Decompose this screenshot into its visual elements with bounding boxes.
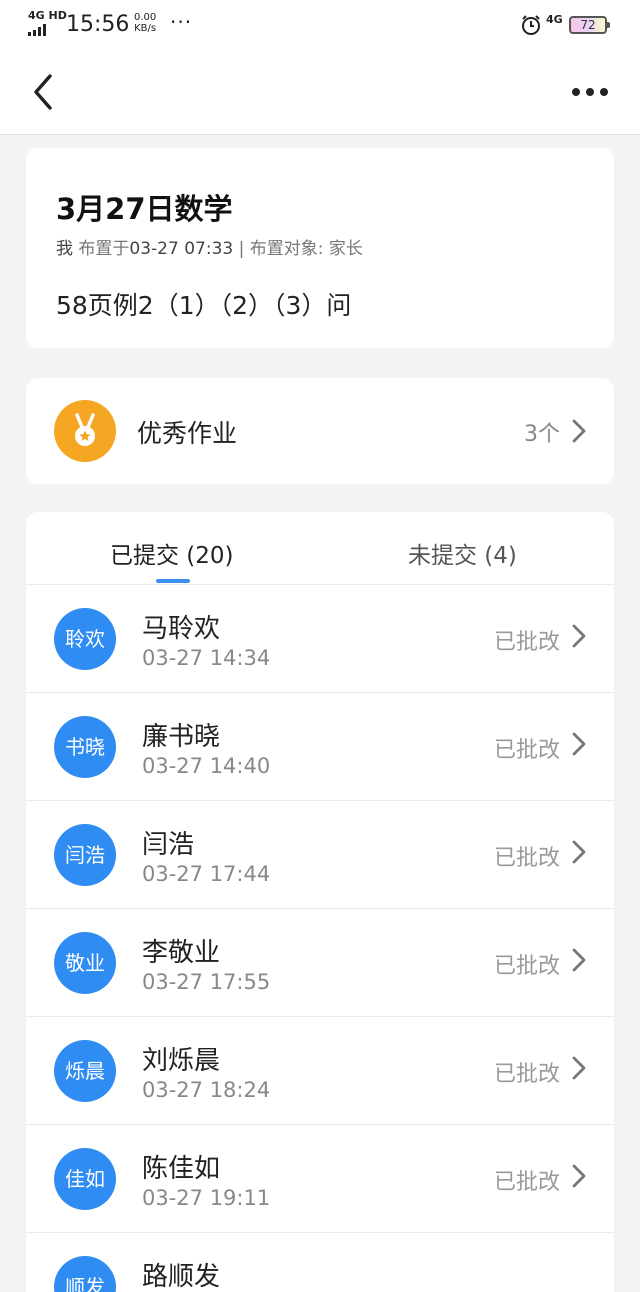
chevron-right-icon (572, 948, 586, 972)
review-status: 已批改 (493, 630, 560, 655)
submit-time: 03-27 17:44 (142, 862, 271, 886)
avatar: 聆欢 (54, 608, 116, 670)
assigned-time: 03-27 07:33 (129, 239, 234, 259)
chevron-left-icon (34, 74, 52, 110)
submit-time: 03-27 17:55 (142, 970, 271, 994)
network-speed: 0.00 KB/s (134, 12, 156, 34)
submit-time: 03-27 14:34 (142, 646, 271, 670)
submission-row[interactable]: 聆欢 马聆欢 03-27 14:34 已批改 (26, 584, 614, 693)
status-more-icon: ··· (170, 10, 193, 34)
alarm-icon (522, 15, 540, 35)
chevron-right-icon (572, 624, 586, 648)
excellent-homework-entry[interactable]: 优秀作业 3个 (26, 378, 614, 484)
review-status: 已批改 (493, 846, 560, 871)
submission-row[interactable]: 闫浩 闫浩 03-27 17:44 已批改 (26, 800, 614, 909)
student-name: 马聆欢 (142, 614, 221, 644)
submit-time: 03-27 18:24 (142, 1078, 271, 1102)
homework-card: 3月27日数学 我 布置于03-27 07:33 | 布置对象: 家长 58页例… (26, 148, 614, 348)
review-status: 已批改 (493, 738, 560, 763)
chevron-right-icon (572, 1056, 586, 1080)
homework-title: 3月27日数学 (56, 192, 233, 226)
submission-row[interactable]: 顺发 路顺发 (26, 1232, 614, 1292)
avatar: 佳如 (54, 1148, 116, 1210)
signal-icon (28, 24, 46, 36)
more-horizontal-icon (572, 88, 608, 96)
speed-unit: KB/s (134, 23, 157, 34)
submission-row[interactable]: 敬业 李敬业 03-27 17:55 已批改 (26, 908, 614, 1017)
battery-icon: 72 (569, 16, 610, 34)
student-name: 陈佳如 (142, 1154, 221, 1184)
tab-submitted[interactable]: 已提交 (20) (110, 536, 234, 570)
excellent-homework-label: 优秀作业 (137, 419, 238, 448)
assigned-prefix: 布置于 (73, 239, 130, 259)
medal-icon (54, 400, 116, 462)
status-bar: 4G HD 15:56 0.00 KB/s ··· 4G 72 (0, 0, 640, 52)
chevron-right-icon (572, 1164, 586, 1188)
network-type: 4G HD (28, 9, 67, 22)
homework-content: 58页例2（1）（2）（3）问 (56, 291, 352, 320)
chevron-right-icon (572, 419, 586, 443)
submission-tabs: 已提交 (20) 未提交 (4) (26, 512, 614, 585)
avatar: 书晓 (54, 716, 116, 778)
excellent-homework-count: 3个 (524, 422, 560, 447)
homework-meta: 我 布置于03-27 07:33 | 布置对象: 家长 (56, 234, 363, 259)
assigned-target: | 布置对象: 家长 (233, 239, 363, 259)
student-name: 李敬业 (142, 938, 221, 968)
avatar: 闫浩 (54, 824, 116, 886)
speed-value: 0.00 (134, 12, 157, 23)
more-options-button[interactable] (566, 78, 614, 106)
active-tab-indicator (156, 579, 190, 583)
chevron-right-icon (572, 732, 586, 756)
student-name: 廉书晓 (142, 722, 221, 752)
review-status: 已批改 (493, 1062, 560, 1087)
tab-unsubmitted[interactable]: 未提交 (4) (408, 536, 517, 570)
review-status: 已批改 (493, 954, 560, 979)
avatar: 顺发 (54, 1256, 116, 1292)
back-button[interactable] (26, 70, 66, 114)
homework-author: 我 (56, 239, 73, 259)
chevron-right-icon (572, 840, 586, 864)
submission-list-card: 已提交 (20) 未提交 (4) 聆欢 马聆欢 03-27 14:34 已批改 … (26, 512, 614, 1292)
student-name: 闫浩 (142, 830, 195, 860)
submission-row[interactable]: 书晓 廉书晓 03-27 14:40 已批改 (26, 692, 614, 801)
network-4g-label: 4G (546, 13, 563, 26)
review-status: 已批改 (493, 1170, 560, 1195)
submission-row[interactable]: 烁晨 刘烁晨 03-27 18:24 已批改 (26, 1016, 614, 1125)
submit-time: 03-27 14:40 (142, 754, 271, 778)
clock: 15:56 (66, 12, 130, 37)
submission-row[interactable]: 佳如 陈佳如 03-27 19:11 已批改 (26, 1124, 614, 1233)
avatar: 敬业 (54, 932, 116, 994)
nav-bar (0, 52, 640, 135)
submit-time: 03-27 19:11 (142, 1186, 271, 1210)
avatar: 烁晨 (54, 1040, 116, 1102)
student-name: 路顺发 (142, 1262, 221, 1292)
student-name: 刘烁晨 (142, 1046, 221, 1076)
